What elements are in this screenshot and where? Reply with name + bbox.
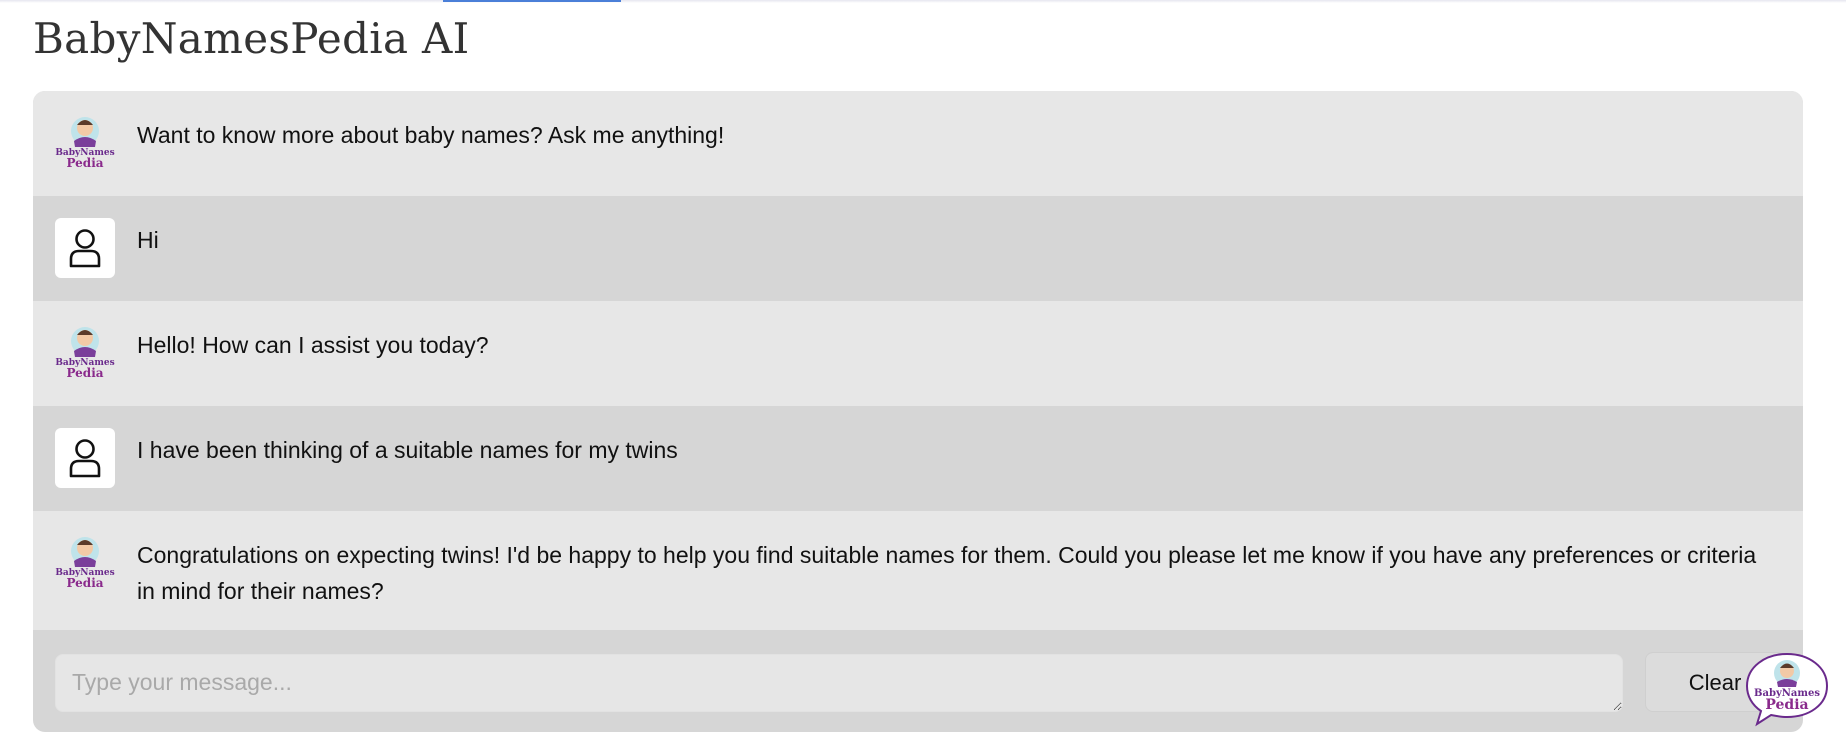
chat-message-user: Hi [33, 196, 1803, 301]
message-text: Hi [137, 227, 159, 253]
message-text: Want to know more about baby names? Ask … [137, 122, 725, 148]
page-title: BabyNamesPedia AI [33, 14, 470, 63]
babynamespedia-logo-icon: BabyNames Pedia [55, 113, 115, 173]
top-bar-accent [443, 0, 621, 2]
message-composer: Clear [33, 630, 1803, 732]
user-icon [55, 428, 115, 488]
user-icon [55, 218, 115, 278]
top-bar-shadow [0, 0, 1846, 3]
message-text: Congratulations on expecting twins! I'd … [137, 542, 1757, 604]
chat-message-bot: BabyNames Pedia Congratulations on expec… [33, 511, 1803, 630]
chat-panel: BabyNames Pedia Want to know more about … [33, 91, 1803, 732]
chat-message-bot: BabyNames Pedia Hello! How can I assist … [33, 301, 1803, 406]
chat-launcher-logo-icon[interactable]: BabyNames Pedia [1743, 651, 1831, 727]
babynamespedia-logo-icon: BabyNames Pedia [55, 533, 115, 593]
message-input[interactable] [55, 654, 1623, 712]
svg-text:Pedia: Pedia [1765, 697, 1808, 713]
chat-message-bot: BabyNames Pedia Want to know more about … [33, 91, 1803, 196]
svg-text:Pedia: Pedia [66, 366, 103, 380]
svg-text:Pedia: Pedia [66, 156, 103, 170]
message-text: I have been thinking of a suitable names… [137, 437, 678, 463]
chat-message-user: I have been thinking of a suitable names… [33, 406, 1803, 511]
babynamespedia-logo-icon: BabyNames Pedia [55, 323, 115, 383]
svg-text:Pedia: Pedia [66, 576, 103, 590]
message-text: Hello! How can I assist you today? [137, 332, 489, 358]
